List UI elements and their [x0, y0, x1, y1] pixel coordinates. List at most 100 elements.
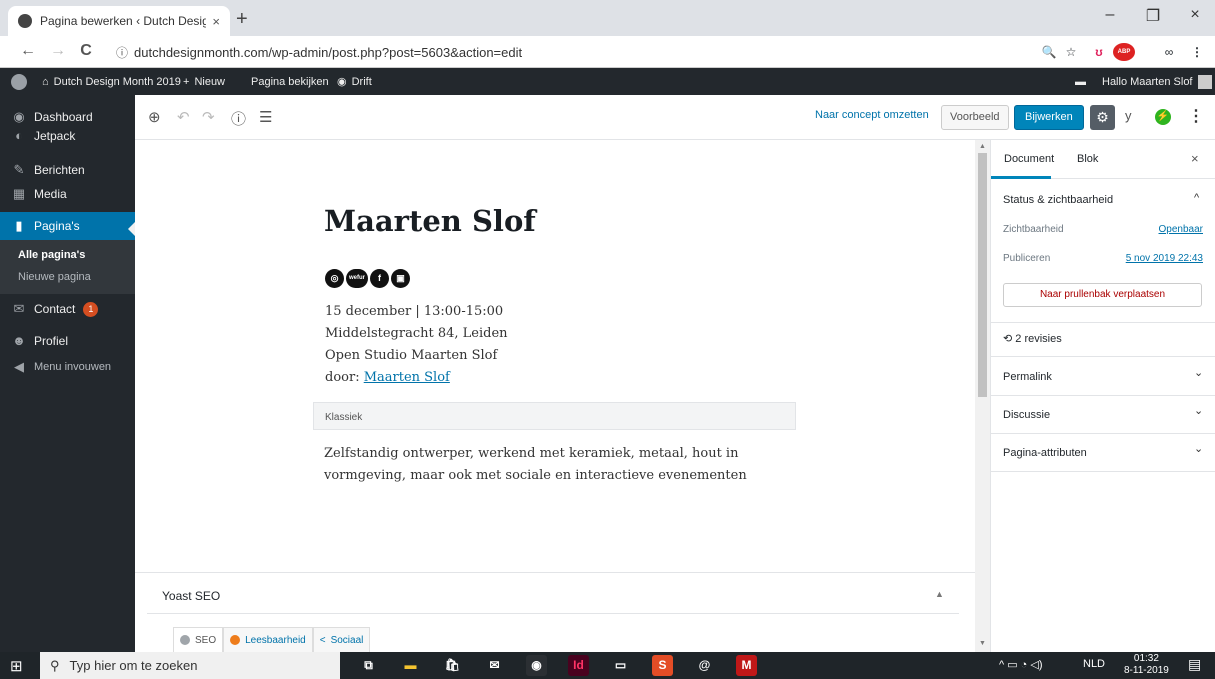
settings-tabs: Document Blok × — [991, 140, 1215, 179]
site-info-icon[interactable]: ⓘ — [116, 44, 128, 61]
permalink-section-title[interactable]: Permalink — [1003, 371, 1052, 383]
drift-link[interactable]: ◉ Drift — [337, 68, 372, 95]
jetpack-icon: ◐ — [15, 128, 23, 143]
reload-button[interactable]: C — [76, 42, 96, 60]
browser-icon[interactable]: @ — [694, 655, 715, 676]
chevron-up-icon[interactable]: ^ — [1194, 192, 1199, 204]
sidebar-item-jetpack[interactable]: ◐ Jetpack — [0, 124, 135, 148]
notifications-icon[interactable]: ▤ — [1188, 656, 1201, 673]
page-attributes-section-title[interactable]: Pagina-attributen — [1003, 447, 1087, 459]
mcafee-icon[interactable]: M — [736, 655, 757, 676]
settings-gear-icon[interactable]: ⚙ — [1090, 105, 1115, 130]
new-content-link[interactable]: + Nieuw — [183, 68, 225, 95]
classic-block-toolbar[interactable]: Klassiek — [313, 402, 796, 430]
chevron-down-icon[interactable]: ⌄ — [1194, 366, 1203, 379]
add-block-icon[interactable]: ⊕ — [148, 108, 161, 126]
zoom-icon[interactable]: 🔍 — [1040, 43, 1058, 61]
sidebar-item-contact[interactable]: ✉ Contact 1 — [0, 294, 135, 324]
windows-start-icon[interactable]: ⊞ — [10, 657, 23, 675]
tab-close-icon[interactable]: × — [212, 14, 220, 29]
chevron-down-icon[interactable]: ⌄ — [1194, 442, 1203, 455]
update-button[interactable]: Bijwerken — [1014, 105, 1084, 130]
app-icon[interactable]: ▭ — [610, 655, 631, 676]
forward-button[interactable]: → — [48, 42, 68, 60]
move-to-trash-button[interactable]: Naar prullenbak verplaatsen — [1003, 283, 1202, 307]
author-link[interactable]: Maarten Slof — [364, 370, 450, 385]
view-page-link[interactable]: Pagina bekijken — [251, 68, 329, 95]
back-button[interactable]: ← — [18, 42, 38, 60]
tab-social[interactable]: < Sociaal — [312, 627, 371, 652]
yoast-icon[interactable]: y — [1125, 108, 1132, 123]
facebook-icon[interactable]: f — [370, 269, 389, 288]
wordpress-logo-icon[interactable] — [11, 68, 27, 95]
switch-to-draft-button[interactable]: Naar concept omzetten — [815, 109, 929, 121]
revisions-link[interactable]: ⟲ 2 revisies — [1003, 332, 1062, 345]
url-text[interactable]: dutchdesignmonth.com/wp-admin/post.php?p… — [134, 45, 522, 60]
content-info-icon[interactable]: ⓘ — [231, 108, 246, 129]
seo-score-icon — [180, 635, 190, 645]
sublime-icon[interactable]: S — [652, 655, 673, 676]
sidebar-item-media[interactable]: ▦ Media — [0, 182, 135, 206]
collapse-menu-button[interactable]: ◀ Menu invouwen — [0, 356, 135, 378]
close-icon[interactable]: × — [1191, 151, 1199, 166]
location-icon[interactable]: ◎ — [325, 269, 344, 288]
block-navigation-icon[interactable]: ☰ — [259, 108, 272, 126]
wordpress-favicon-icon — [18, 14, 32, 28]
chevron-down-icon[interactable]: ⌄ — [1194, 404, 1203, 417]
tab-document[interactable]: Document — [1004, 153, 1054, 165]
file-explorer-icon[interactable]: ▬ — [400, 655, 421, 676]
tab-seo[interactable]: SEO — [173, 627, 224, 652]
publish-date-link[interactable]: 5 nov 2019 22:43 — [1126, 253, 1203, 264]
pocket-extension-icon[interactable]: ʊ — [1090, 43, 1108, 61]
jetpack-bolt-icon[interactable]: ⚡ — [1155, 109, 1171, 125]
scroll-up-icon[interactable]: ▲ — [979, 143, 986, 150]
browser-tab[interactable]: Pagina bewerken ‹ Dutch Design × — [8, 6, 230, 36]
task-view-icon[interactable]: ⧉ — [358, 655, 379, 676]
language-indicator[interactable]: NLD — [1083, 658, 1105, 670]
visibility-value-link[interactable]: Openbaar — [1159, 224, 1203, 235]
site-name-link[interactable]: ⌂ Dutch Design Month 2019 — [42, 68, 181, 95]
taskbar-search[interactable]: ⚲ Typ hier om te zoeken — [40, 652, 340, 679]
minimize-button[interactable]: – — [1095, 6, 1125, 24]
close-window-button[interactable]: × — [1180, 6, 1210, 24]
adblock-extension-icon[interactable]: ABP — [1113, 43, 1135, 61]
chrome-icon[interactable]: ◉ — [526, 655, 547, 676]
extension-icon[interactable]: ∞ — [1160, 43, 1178, 61]
sidebar-item-pages[interactable]: ▮ Pagina's — [0, 212, 135, 240]
preview-button[interactable]: Voorbeeld — [941, 105, 1009, 130]
more-options-icon[interactable]: ⋮ — [1188, 106, 1204, 126]
bookmark-star-icon[interactable]: ☆ — [1062, 43, 1080, 61]
maximize-button[interactable]: ❐ — [1138, 6, 1168, 26]
submenu-all-pages[interactable]: Alle pagina's — [0, 244, 135, 266]
tab-readability[interactable]: Leesbaarheid — [223, 627, 313, 652]
calendar-icon[interactable]: ▣ — [391, 269, 410, 288]
status-visibility-title[interactable]: Status & zichtbaarheid — [1003, 194, 1113, 206]
indesign-icon[interactable]: Id — [568, 655, 589, 676]
notifications-icon[interactable]: ▬ — [1075, 68, 1086, 95]
scroll-down-icon[interactable]: ▼ — [979, 640, 986, 647]
tab-label: Sociaal — [330, 634, 364, 646]
classic-block-text[interactable]: Zelfstandig ontwerper, werkend met keram… — [324, 443, 804, 487]
new-tab-button[interactable]: + — [236, 8, 248, 30]
wefur-icon[interactable]: wefur — [346, 269, 368, 288]
undo-icon[interactable]: ↶ — [177, 108, 190, 126]
discussion-section-title[interactable]: Discussie — [1003, 409, 1050, 421]
redo-icon[interactable]: ↷ — [202, 108, 215, 126]
system-tray-icons[interactable]: ^ ▭ ◔ ◁) — [999, 658, 1043, 671]
scrollbar-thumb[interactable] — [978, 153, 987, 397]
event-details[interactable]: 15 december | 13:00-15:00 Middelstegrach… — [325, 301, 508, 389]
chrome-menu-icon[interactable]: ⋮ — [1188, 43, 1206, 61]
search-placeholder: Typ hier om te zoeken — [69, 658, 198, 673]
account-menu[interactable]: Hallo Maarten Slof — [1102, 68, 1212, 95]
submenu-new-page[interactable]: Nieuwe pagina — [0, 266, 135, 288]
store-icon[interactable]: 🛍 — [442, 655, 463, 676]
address-bar[interactable]: ⓘ dutchdesignmonth.com/wp-admin/post.php… — [108, 40, 1108, 64]
mail-icon[interactable]: ✉ — [484, 655, 505, 676]
post-title[interactable]: Maarten Slof — [324, 204, 536, 238]
sidebar-item-profile[interactable]: ☻ Profiel — [0, 326, 135, 356]
collapse-caret-icon[interactable]: ▲ — [935, 589, 944, 599]
tab-block[interactable]: Blok — [1077, 153, 1098, 165]
sidebar-item-label: Media — [34, 187, 67, 201]
yoast-metabox-title[interactable]: Yoast SEO — [162, 589, 220, 603]
taskbar-clock[interactable]: 01:32 8-11-2019 — [1124, 653, 1169, 677]
